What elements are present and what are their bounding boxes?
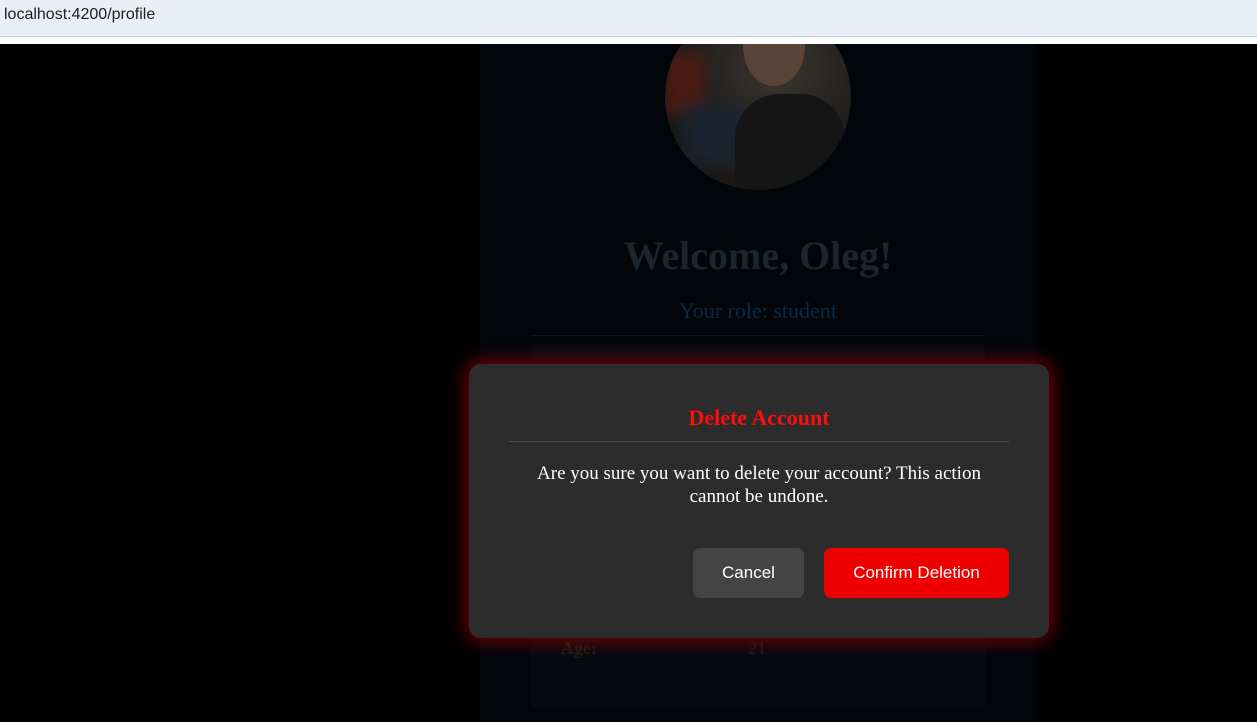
delete-account-dialog: Delete Account Are you sure you want to …: [469, 364, 1049, 638]
avatar-face: [743, 44, 805, 86]
url-text[interactable]: localhost:4200/profile: [4, 6, 155, 24]
age-value: 21: [748, 638, 766, 658]
browser-address-bar[interactable]: localhost:4200/profile: [0, 0, 1257, 37]
dialog-divider: [509, 441, 1009, 442]
welcome-heading: Welcome, Oleg!: [623, 233, 893, 278]
browser-bar-separator: [0, 37, 1257, 44]
avatar-body: [735, 94, 845, 190]
cancel-button[interactable]: Cancel: [693, 548, 804, 598]
dialog-title: Delete Account: [688, 405, 830, 430]
age-label: Age:: [561, 638, 597, 658]
dialog-message: Are you sure you want to delete your acc…: [537, 463, 981, 507]
profile-page: Welcome, Oleg! Your role: student Age: 2…: [0, 44, 1257, 722]
divider: [531, 335, 985, 336]
confirm-deletion-button[interactable]: Confirm Deletion: [824, 548, 1009, 598]
role-text: Your role: student: [679, 298, 837, 323]
